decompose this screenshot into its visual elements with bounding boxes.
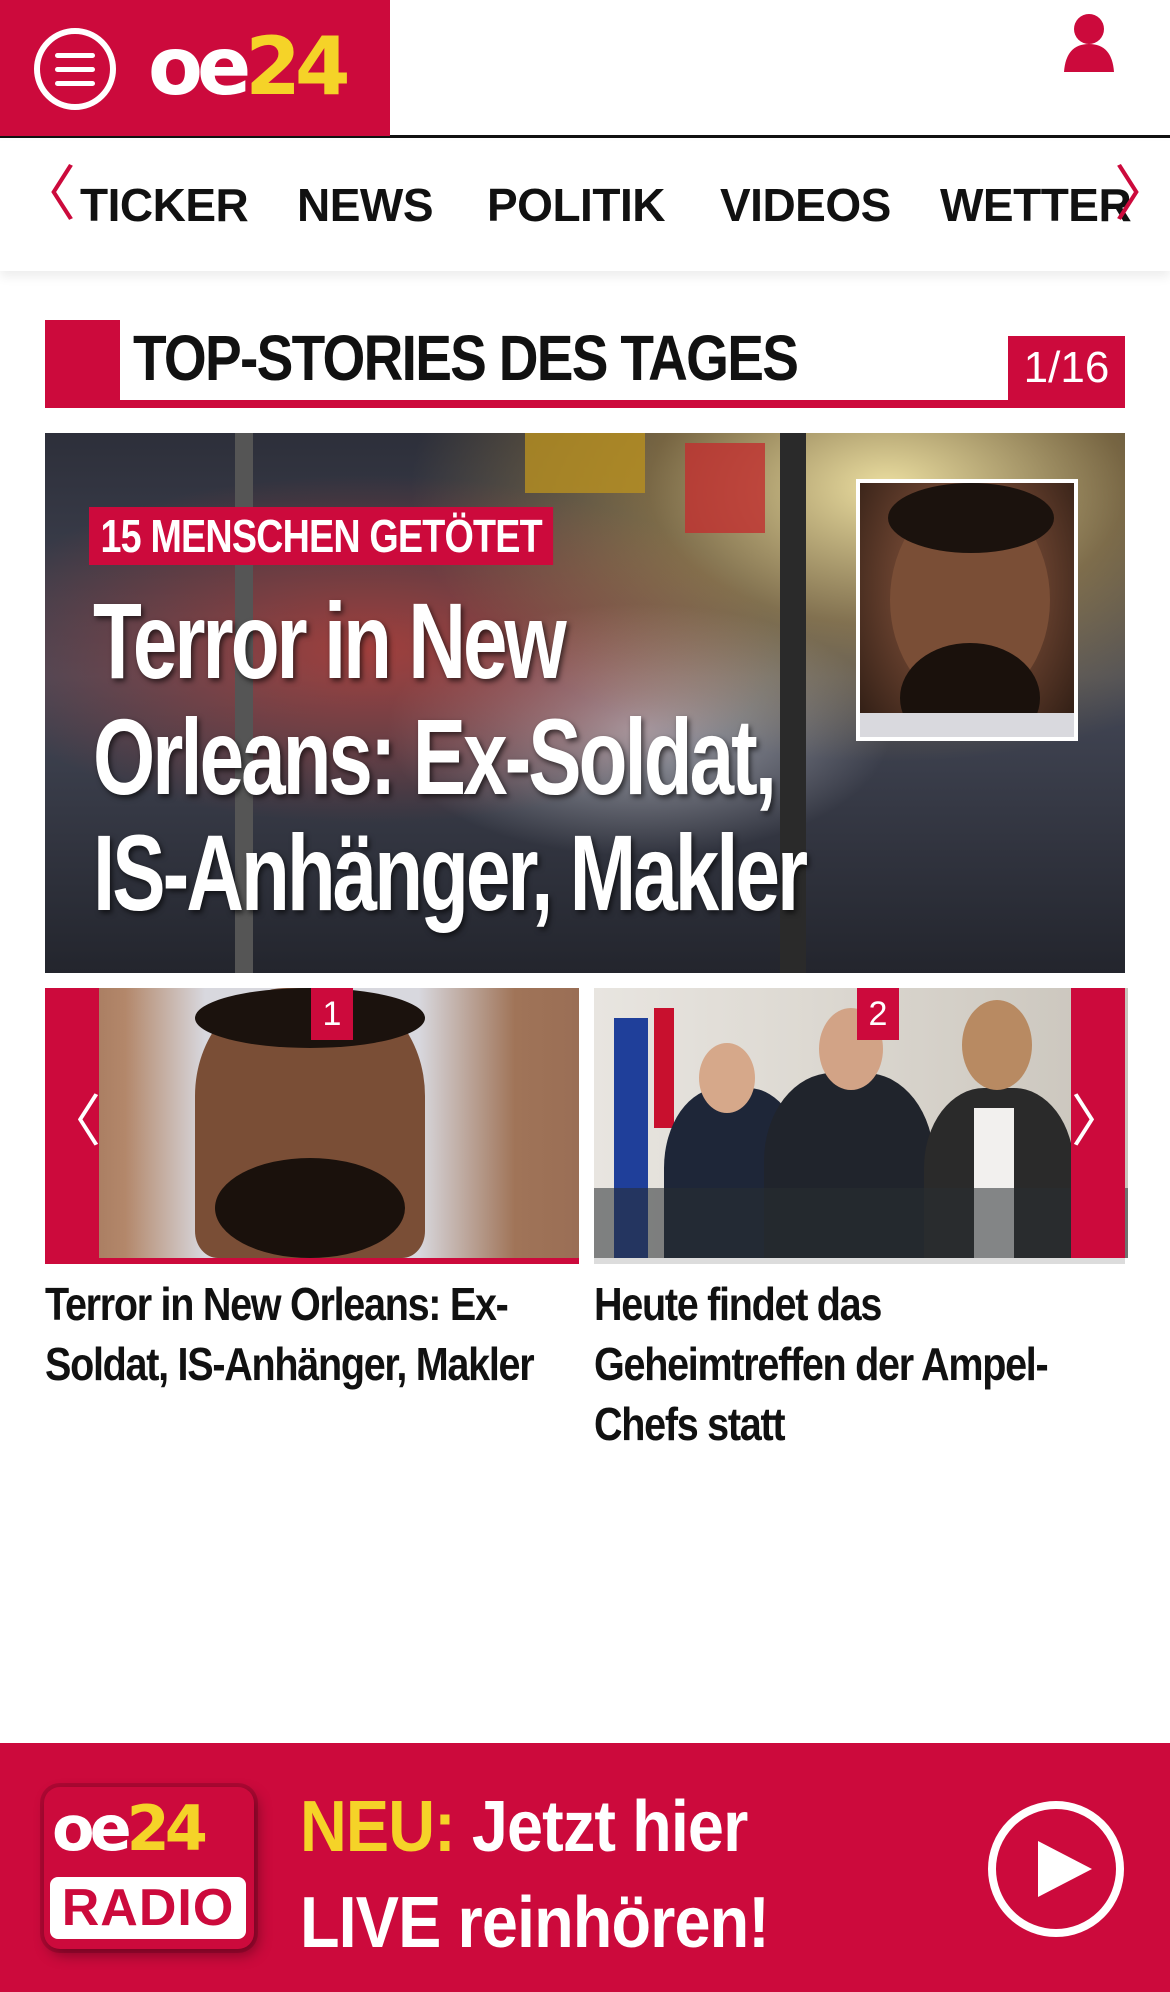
hero-headline[interactable]: Terror in New Orleans: Ex-Soldat, IS-Anh…: [93, 583, 818, 931]
radio-logo-label: RADIO: [50, 1877, 246, 1939]
radio-logo: oe24 RADIO: [44, 1787, 254, 1949]
brand-box: oe24: [0, 0, 390, 136]
hero-kicker: 15 MENSCHEN GETÖTET: [89, 507, 554, 565]
story-counter: 1/16: [1008, 336, 1125, 400]
user-icon[interactable]: [1062, 12, 1116, 72]
carousel-next-arrow-icon[interactable]: 〉: [1071, 988, 1127, 1258]
hero-headline-line: IS-Anhänger, Makler: [93, 812, 808, 933]
site-header: oe24: [0, 0, 1170, 138]
carousel-item-1-indicator: [45, 1258, 579, 1264]
nav-next-arrow-icon[interactable]: 〉: [1114, 165, 1170, 225]
hero-headline-line: Orleans: Ex-Soldat,: [93, 696, 777, 817]
carousel-item-2-indicator: [594, 1258, 1125, 1264]
carousel-item-2-title[interactable]: Heute findet das Geheimtreffen der Ampel…: [594, 1274, 1119, 1454]
radio-banner-line2: LIVE reinhören!: [300, 1883, 770, 1963]
hero-headline-line: Terror in New: [93, 580, 567, 701]
nav-prev-arrow-icon[interactable]: 〈: [16, 165, 76, 225]
carousel-item-1-title[interactable]: Terror in New Orleans: Ex-Soldat, IS-Anh…: [45, 1274, 570, 1394]
nav-item-ticker[interactable]: TICKER: [80, 179, 249, 231]
nav-item-news[interactable]: NEWS: [297, 179, 434, 231]
hero-bg-sign: [525, 433, 645, 493]
radio-new-label: NEU:: [300, 1787, 456, 1867]
play-icon[interactable]: [988, 1801, 1124, 1937]
top-stories-heading: TOP-STORIES DES TAGES 1/16: [45, 320, 1125, 408]
section-title: TOP-STORIES DES TAGES: [133, 322, 799, 394]
carousel-item-badge: 1: [311, 988, 353, 1040]
radio-banner[interactable]: oe24 RADIO NEU: Jetzt hier LIVE reinhöre…: [0, 1743, 1170, 1992]
nav-item-wetter[interactable]: WETTER: [940, 179, 1132, 231]
heading-underline: [45, 400, 1125, 408]
carousel-item-badge: 2: [857, 988, 899, 1040]
hero-story[interactable]: 15 MENSCHEN GETÖTET Terror in New Orlean…: [45, 433, 1125, 973]
radio-banner-text: NEU: Jetzt hier LIVE reinhören!: [300, 1779, 770, 1971]
site-logo[interactable]: oe24: [148, 22, 351, 112]
heading-accent-square: [45, 320, 120, 408]
main-nav: 〈 TICKER NEWS POLITIK VIDEOS WETTER 〉: [0, 141, 1170, 271]
hamburger-menu-icon[interactable]: [34, 28, 116, 110]
story-carousel: 1 2 〈 〉: [45, 988, 1128, 1264]
hero-bg-sign: [685, 443, 765, 533]
carousel-item-2-image[interactable]: 2: [594, 988, 1128, 1258]
nav-item-videos[interactable]: VIDEOS: [720, 179, 891, 231]
carousel-prev-arrow-icon[interactable]: 〈: [45, 988, 101, 1258]
hero-portrait-photo: [856, 479, 1078, 741]
carousel-item-1-image[interactable]: 1: [45, 988, 579, 1258]
nav-item-politik[interactable]: POLITIK: [487, 179, 665, 231]
